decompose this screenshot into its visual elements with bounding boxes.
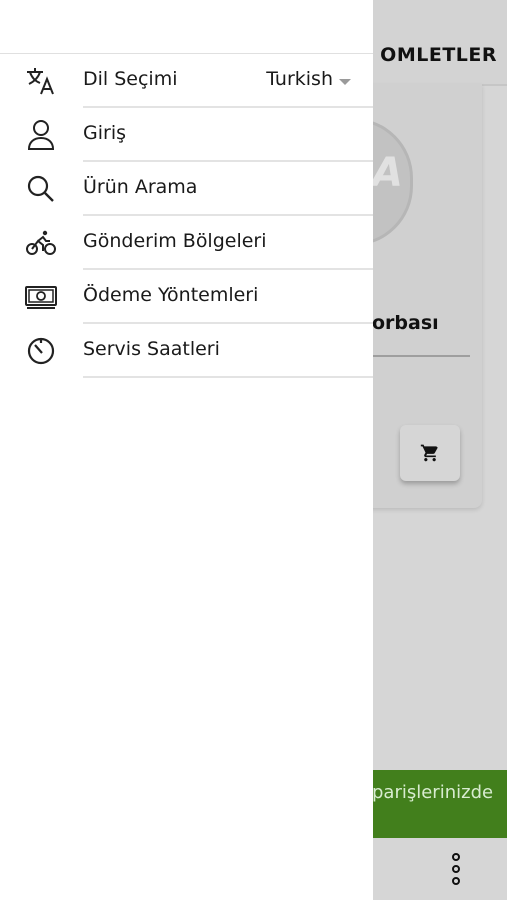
menu-label-login: Giriş: [83, 122, 126, 144]
menu-item-login[interactable]: Giriş: [0, 108, 373, 162]
translate-icon: [22, 64, 60, 98]
product-name: orbası: [372, 312, 439, 334]
menu-item-language[interactable]: Dil Seçimi Turkish: [0, 54, 373, 108]
language-select-value[interactable]: Turkish: [266, 68, 333, 90]
category-tab[interactable]: OMLETLER: [380, 44, 497, 66]
more-vertical-icon[interactable]: [446, 852, 466, 886]
menu-divider: [83, 376, 373, 378]
menu-label-language: Dil Seçimi: [83, 68, 178, 90]
menu-label-product-search: Ürün Arama: [83, 176, 198, 198]
menu-item-product-search[interactable]: Ürün Arama: [0, 162, 373, 216]
menu-label-delivery-areas: Gönderim Bölgeleri: [83, 230, 267, 252]
menu-label-service-hours: Servis Saatleri: [83, 338, 220, 360]
timer-icon: [22, 334, 60, 368]
menu-item-delivery-areas[interactable]: Gönderim Bölgeleri: [0, 216, 373, 270]
user-icon: [22, 118, 60, 152]
menu-item-service-hours[interactable]: Servis Saatleri: [0, 324, 373, 378]
menu-label-payment-methods: Ödeme Yöntemleri: [83, 284, 259, 306]
product-divider: [372, 355, 470, 357]
navigation-drawer: Dil Seçimi Turkish Giriş Ürün Arama Gönd…: [0, 0, 373, 900]
order-banner-text: parişlerinizde: [372, 782, 494, 803]
add-to-cart-button[interactable]: [400, 425, 460, 481]
bicycle-icon: [22, 226, 60, 260]
product-logo-text: A: [372, 150, 403, 196]
menu-item-payment-methods[interactable]: Ödeme Yöntemleri: [0, 270, 373, 324]
search-icon: [22, 172, 60, 206]
cart-icon: [420, 444, 438, 462]
chevron-down-icon[interactable]: [339, 79, 351, 85]
money-icon: [22, 280, 60, 314]
